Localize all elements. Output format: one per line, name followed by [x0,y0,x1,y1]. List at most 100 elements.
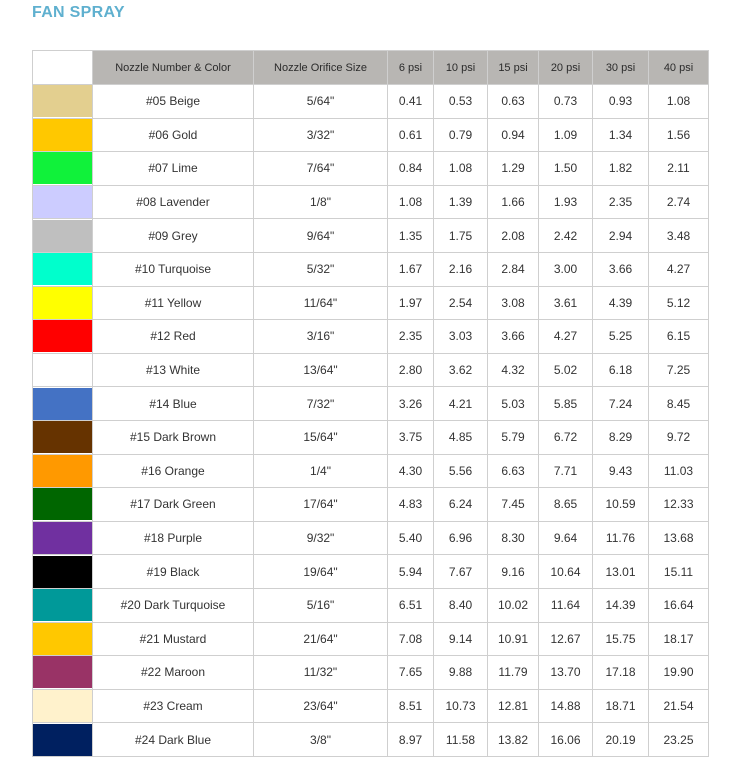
flow-value-cell: 4.39 [592,285,649,321]
table-row: #17 Dark Green 17/64" 4.83 6.24 7.45 8.65 10.5… [32,487,709,522]
orifice-size-cell: 5/32" [253,251,388,287]
orifice-size-cell: 5/16" [253,587,388,623]
flow-value-cell: 4.21 [433,386,488,421]
orifice-size-cell: 3/16" [253,319,388,354]
flow-value-cell: 5.85 [538,386,593,421]
color-swatch [32,285,93,321]
nozzle-name-cell: #19 Black [92,554,254,589]
flow-value-cell: 5.12 [648,285,709,321]
color-swatch-fill [33,689,92,722]
flow-value-cell: 6.96 [433,520,488,556]
flow-value-cell: 6.18 [592,352,649,388]
flow-value-cell: 4.85 [433,419,488,455]
color-swatch [32,722,93,757]
orifice-size-cell: 7/64" [253,151,388,186]
flow-value-cell: 16.64 [648,587,709,623]
header-40-psi: 40 psi [648,50,709,85]
flow-value-cell: 7.24 [592,386,649,421]
flow-value-cell: 9.88 [433,655,488,690]
flow-value-cell: 1.82 [592,151,649,186]
flow-value-cell: 0.84 [387,151,434,186]
flow-value-cell: 11.79 [487,655,539,690]
table-row: #18 Purple 9/32" 5.40 6.96 8.30 9.64 11.76 13.6… [32,520,709,556]
header-6-psi: 6 psi [387,50,434,85]
flow-value-cell: 8.30 [487,520,539,556]
flow-value-cell: 1.56 [648,117,709,153]
color-swatch [32,487,93,522]
orifice-size-cell: 1/4" [253,453,388,489]
orifice-size-cell: 21/64" [253,621,388,657]
flow-value-cell: 17.18 [592,655,649,690]
flow-value-cell: 21.54 [648,688,709,724]
nozzle-name-cell: #07 Lime [92,151,254,186]
color-swatch [32,218,93,253]
flow-value-cell: 7.67 [433,554,488,589]
flow-value-cell: 3.08 [487,285,539,321]
flow-value-cell: 4.30 [387,453,434,489]
orifice-size-cell: 11/32" [253,655,388,690]
flow-value-cell: 1.08 [648,84,709,119]
orifice-size-cell: 3/32" [253,117,388,153]
flow-value-cell: 13.70 [538,655,593,690]
orifice-size-cell: 23/64" [253,688,388,724]
flow-value-cell: 12.67 [538,621,593,657]
table-row: #10 Turquoise 5/32" 1.67 2.16 2.84 3.00 3.66 4.… [32,251,709,287]
color-swatch [32,587,93,623]
table-row: #12 Red 3/16" 2.35 3.03 3.66 4.27 5.25 6.15 [32,319,709,354]
color-swatch-fill [33,152,92,185]
flow-value-cell: 4.27 [538,319,593,354]
orifice-size-cell: 3/8" [253,722,388,757]
color-swatch-fill [33,85,92,118]
color-swatch-fill [33,522,92,555]
flow-value-cell: 14.39 [592,587,649,623]
flow-value-cell: 12.33 [648,487,709,522]
header-30-psi: 30 psi [592,50,649,85]
flow-value-cell: 14.88 [538,688,593,724]
color-swatch-fill [33,622,92,655]
nozzle-name-cell: #16 Orange [92,453,254,489]
header-10-psi: 10 psi [433,50,488,85]
page-title: FAN SPRAY [32,4,125,21]
flow-value-cell: 9.14 [433,621,488,657]
flow-value-cell: 7.71 [538,453,593,489]
orifice-size-cell: 15/64" [253,419,388,455]
color-swatch [32,419,93,455]
color-swatch [32,319,93,354]
flow-value-cell: 7.25 [648,352,709,388]
flow-value-cell: 5.79 [487,419,539,455]
flow-value-cell: 3.48 [648,218,709,253]
flow-value-cell: 0.61 [387,117,434,153]
flow-value-cell: 11.03 [648,453,709,489]
flow-value-cell: 10.91 [487,621,539,657]
flow-value-cell: 5.94 [387,554,434,589]
color-swatch-fill [33,421,92,454]
flow-value-cell: 2.54 [433,285,488,321]
flow-value-cell: 0.41 [387,84,434,119]
nozzle-name-cell: #10 Turquoise [92,251,254,287]
flow-value-cell: 8.97 [387,722,434,757]
color-swatch [32,554,93,589]
flow-value-cell: 1.67 [387,251,434,287]
color-swatch-fill [33,219,92,252]
flow-value-cell: 9.72 [648,419,709,455]
orifice-size-cell: 7/32" [253,386,388,421]
flow-value-cell: 3.75 [387,419,434,455]
nozzle-name-cell: #14 Blue [92,386,254,421]
flow-value-cell: 1.08 [387,184,434,220]
header-15-psi: 15 psi [487,50,539,85]
flow-value-cell: 8.45 [648,386,709,421]
flow-value-cell: 15.75 [592,621,649,657]
nozzle-name-cell: #23 Cream [92,688,254,724]
nozzle-name-cell: #21 Mustard [92,621,254,657]
flow-value-cell: 7.45 [487,487,539,522]
color-swatch [32,184,93,220]
nozzle-name-cell: #08 Lavender [92,184,254,220]
table-row: #11 Yellow 11/64" 1.97 2.54 3.08 3.61 4.39 5.12 [32,285,709,321]
flow-value-cell: 4.32 [487,352,539,388]
flow-value-cell: 2.80 [387,352,434,388]
nozzle-name-cell: #15 Dark Brown [92,419,254,455]
flow-value-cell: 5.02 [538,352,593,388]
flow-value-cell: 2.11 [648,151,709,186]
flow-value-cell: 1.50 [538,151,593,186]
flow-value-cell: 10.02 [487,587,539,623]
